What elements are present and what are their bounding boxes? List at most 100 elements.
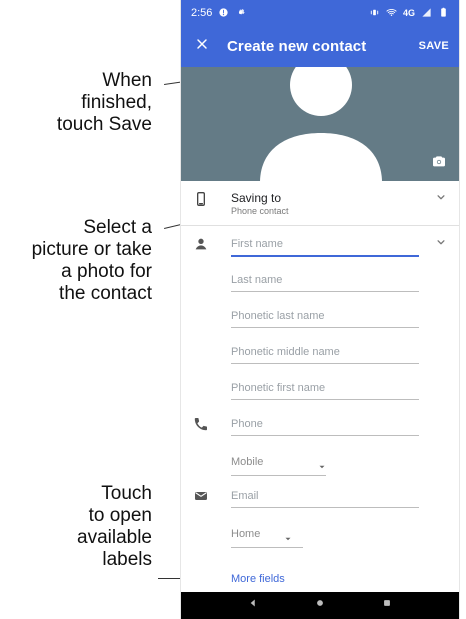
phone-row (181, 406, 459, 442)
close-icon-svg (197, 38, 207, 49)
phonetic-middle-field[interactable] (231, 340, 419, 370)
home-button[interactable] (312, 598, 328, 614)
phonetic-last-input[interactable] (231, 304, 419, 326)
signal-icon (421, 7, 432, 18)
wifi-icon-svg (386, 8, 397, 16)
phonetic-first-input[interactable] (231, 376, 419, 398)
phonetic-last-field[interactable] (231, 304, 419, 334)
back-icon (246, 596, 260, 615)
phone-label-row: Mobile (181, 442, 459, 478)
email-label-select[interactable]: Home (231, 522, 303, 548)
phone-label-select[interactable]: Mobile (231, 450, 326, 476)
phone-label-value: Mobile (231, 456, 264, 468)
email-label-underline (231, 547, 303, 548)
first-name-underline (231, 255, 419, 257)
back-button[interactable] (245, 598, 261, 614)
last-name-input[interactable] (231, 268, 419, 290)
back-icon-svg (250, 599, 255, 607)
save-button[interactable]: SAVE (419, 34, 449, 58)
phone-label-underline (231, 475, 326, 476)
status-bar: 2:56 4G (181, 0, 459, 25)
first-name-field[interactable] (231, 232, 419, 262)
device-icon-svg (197, 192, 205, 206)
chevron-down-icon (434, 235, 448, 254)
person-icon-svg (195, 238, 207, 250)
phonetic-last-row (181, 298, 459, 334)
dropdown-caret-icon (283, 531, 293, 541)
email-label-value: Home (231, 528, 261, 540)
saving-to-dropdown[interactable] (433, 191, 449, 207)
person-icon (193, 236, 209, 252)
name-fields-expand[interactable] (433, 236, 449, 252)
saving-to-subtitle: Phone contact (231, 206, 289, 216)
recents-button[interactable] (379, 598, 395, 614)
last-name-underline (231, 291, 419, 292)
email-icon (193, 488, 209, 504)
phone-icon (193, 416, 209, 432)
close-icon (194, 36, 210, 57)
callout-save: When finished, touch Save (56, 70, 152, 135)
phonetic-middle-underline (231, 363, 419, 364)
last-name-row (181, 262, 459, 298)
settings-icon-svg (239, 8, 246, 15)
email-field[interactable] (231, 484, 419, 514)
phonetic-first-underline (231, 399, 419, 400)
home-icon-svg (317, 600, 323, 606)
more-fields-link[interactable]: More fields (231, 573, 285, 585)
chevron-down-icon-svg (437, 194, 445, 199)
avatar-placeholder (260, 67, 382, 181)
first-name-row (181, 226, 459, 262)
close-button[interactable] (191, 35, 213, 57)
saving-to-row[interactable]: Saving to Phone contact (181, 181, 459, 225)
camera-button[interactable] (431, 153, 449, 171)
contact-form: Saving to Phone contact First name Last … (181, 181, 459, 550)
tutorial-canvas: When finished, touch Save Select a pictu… (0, 0, 466, 619)
vibration-icon (369, 7, 380, 18)
home-icon (313, 596, 327, 615)
phone-underline (231, 435, 419, 436)
status-right: 4G (369, 7, 449, 18)
phonetic-last-underline (231, 327, 419, 328)
chevron-down-icon-svg (437, 239, 445, 244)
contact-photo-area[interactable] (181, 67, 459, 181)
recents-icon (380, 596, 394, 615)
status-time: 2:56 (191, 6, 213, 19)
status-left: 2:56 (191, 7, 246, 19)
phonetic-middle-row (181, 334, 459, 370)
email-input[interactable] (231, 484, 419, 506)
phonetic-first-row (181, 370, 459, 406)
callout-photo: Select a picture or take a photo for the… (31, 217, 152, 304)
email-label-row: Home (181, 514, 459, 550)
saving-to-title: Saving to (231, 191, 282, 205)
chevron-down-icon (434, 190, 448, 209)
phonetic-middle-input[interactable] (231, 340, 419, 362)
dropdown-caret-icon (317, 459, 327, 469)
dropdown-caret-icon-svg (285, 537, 291, 541)
last-name-field[interactable] (231, 268, 419, 298)
network-type: 4G (402, 7, 415, 18)
app-bar: Create new contact SAVE (181, 25, 459, 67)
signal-icon-svg (422, 8, 431, 17)
camera-icon-svg (433, 156, 445, 167)
notification-icon-svg (219, 8, 229, 17)
settings-icon (235, 7, 246, 18)
phone-icon-svg (194, 418, 207, 431)
email-icon-svg (195, 492, 207, 500)
device-icon (193, 191, 209, 207)
email-row (181, 478, 459, 514)
phonetic-first-field[interactable] (231, 376, 419, 406)
first-name-input[interactable] (231, 232, 419, 254)
phone-field[interactable] (231, 412, 419, 442)
email-underline (231, 507, 419, 508)
notification-icon (218, 7, 229, 18)
battery-icon-svg (441, 7, 446, 17)
saving-to-text: Saving to Phone contact (231, 191, 289, 216)
battery-icon (438, 7, 449, 18)
dropdown-caret-icon-svg (319, 465, 325, 469)
vibration-icon-svg (370, 9, 379, 16)
page-title: Create new contact (227, 37, 367, 55)
phone-screen: 2:56 4G Create new contact SAVE Saving t… (181, 0, 459, 619)
wifi-icon (386, 7, 397, 18)
callout-labels: Touch to open available labels (77, 483, 152, 570)
phone-input[interactable] (231, 412, 419, 434)
